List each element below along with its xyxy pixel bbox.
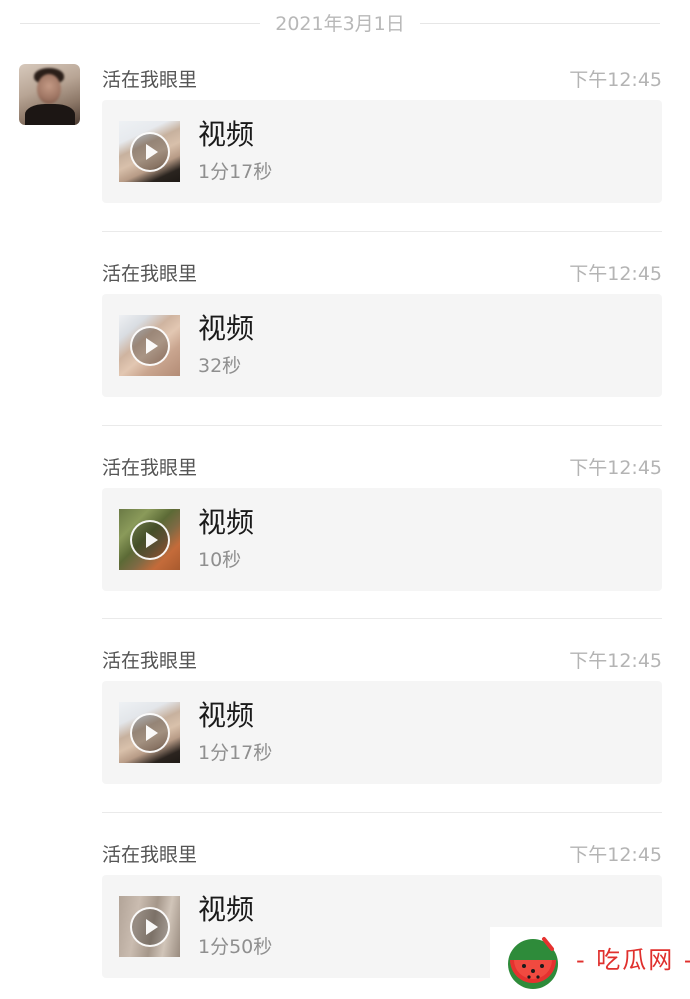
video-duration: 1分17秒 [198, 742, 273, 764]
video-thumbnail[interactable] [119, 315, 180, 376]
play-icon[interactable] [130, 907, 170, 947]
video-thumbnail[interactable] [119, 896, 180, 957]
message-time: 下午12:45 [569, 457, 662, 479]
video-duration: 32秒 [198, 355, 242, 377]
date-divider-right [420, 23, 660, 24]
play-icon[interactable] [130, 132, 170, 172]
message-time: 下午12:45 [569, 69, 662, 91]
video-duration: 10秒 [198, 549, 242, 571]
message-item: 活在我眼里 下午12:45 视频 10秒 [102, 452, 662, 612]
video-title: 视频 [198, 118, 255, 151]
message-divider [102, 812, 662, 813]
date-header: 2021年3月1日 [20, 0, 660, 50]
date-divider-left [20, 23, 260, 24]
message-time: 下午12:45 [569, 844, 662, 866]
video-card[interactable]: 视频 1分17秒 [102, 681, 662, 784]
message-time: 下午12:45 [569, 263, 662, 285]
sender-name[interactable]: 活在我眼里 [102, 261, 197, 287]
sender-name[interactable]: 活在我眼里 [102, 67, 197, 93]
message-divider [102, 618, 662, 619]
message-item: 活在我眼里 下午12:45 视频 1分17秒 [102, 645, 662, 805]
avatar[interactable] [19, 64, 80, 125]
message-item: 活在我眼里 下午12:45 视频 32秒 [102, 258, 662, 418]
sender-name[interactable]: 活在我眼里 [102, 648, 197, 674]
message-time: 下午12:45 [569, 650, 662, 672]
message-divider [102, 231, 662, 232]
play-icon[interactable] [130, 713, 170, 753]
video-duration: 1分17秒 [198, 161, 273, 183]
video-thumbnail[interactable] [119, 702, 180, 763]
sender-name[interactable]: 活在我眼里 [102, 842, 197, 868]
message-item: 活在我眼里 下午12:45 视频 1分17秒 [102, 64, 662, 224]
watermelon-icon [508, 937, 558, 989]
sender-name[interactable]: 活在我眼里 [102, 455, 197, 481]
video-title: 视频 [198, 893, 255, 926]
date-text: 2021年3月1日 [275, 13, 405, 35]
video-card[interactable]: 视频 1分17秒 [102, 100, 662, 203]
video-title: 视频 [198, 312, 255, 345]
message-divider [102, 425, 662, 426]
video-title: 视频 [198, 699, 255, 732]
video-thumbnail[interactable] [119, 509, 180, 570]
video-card[interactable]: 视频 10秒 [102, 488, 662, 591]
play-icon[interactable] [130, 326, 170, 366]
video-title: 视频 [198, 506, 255, 539]
video-card[interactable]: 视频 32秒 [102, 294, 662, 397]
watermark: - 吃瓜网 - [490, 927, 690, 991]
video-thumbnail[interactable] [119, 121, 180, 182]
play-icon[interactable] [130, 520, 170, 560]
video-duration: 1分50秒 [198, 936, 273, 958]
watermark-text: - 吃瓜网 - [576, 946, 690, 974]
